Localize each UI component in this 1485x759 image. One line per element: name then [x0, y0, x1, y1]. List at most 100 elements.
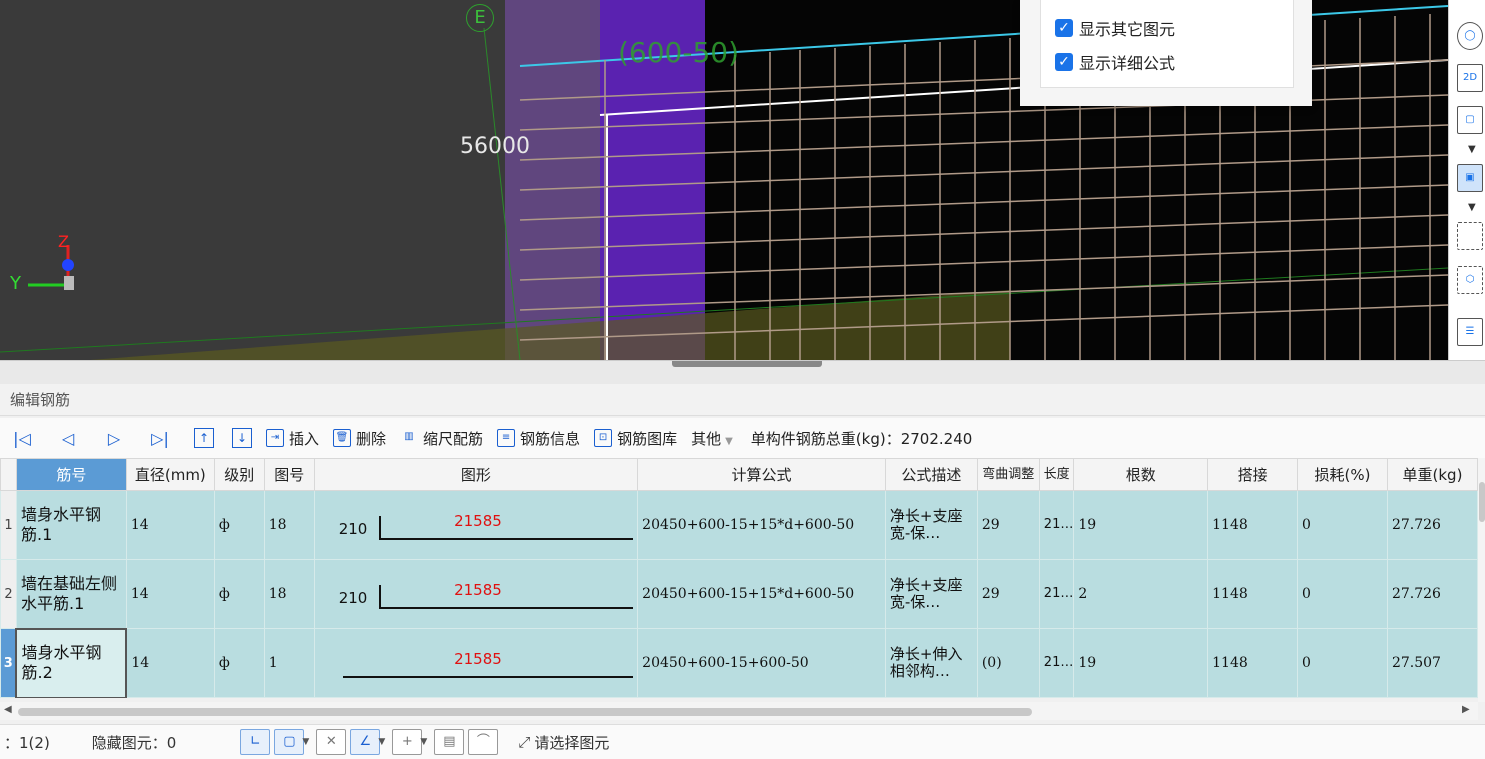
cell-unit-weight[interactable]: 27.726: [1386, 490, 1478, 560]
col-header-count[interactable]: 根数: [1073, 458, 1209, 491]
cell-loss[interactable]: 0: [1297, 490, 1388, 560]
move-up-button[interactable]: ↑: [194, 428, 214, 448]
splitter-handle[interactable]: [672, 361, 822, 367]
cell-bend-adjust[interactable]: 29: [976, 490, 1040, 560]
view-2d-icon[interactable]: 2D: [1457, 64, 1483, 92]
cell-formula[interactable]: 20450+600-15+600-50: [637, 628, 886, 698]
prev-record-button[interactable]: ◁: [58, 429, 78, 448]
cell-count[interactable]: 19: [1073, 628, 1209, 698]
select-rect-icon[interactable]: [1457, 222, 1483, 250]
insert-button[interactable]: ⇥ 插入: [266, 428, 319, 449]
col-header-lap[interactable]: 搭接: [1207, 458, 1299, 491]
cell-fig-no[interactable]: 18: [263, 490, 315, 560]
panel-splitter[interactable]: [0, 360, 1485, 384]
cell-bend-adjust[interactable]: 29: [976, 559, 1040, 629]
scale-rebar-button[interactable]: ▥ 缩尺配筋: [400, 428, 483, 449]
cell-shape[interactable]: 21585: [313, 628, 639, 698]
row-number[interactable]: 2: [0, 559, 17, 629]
cell-formula-desc[interactable]: 净长+支座宽-保…: [884, 559, 978, 629]
col-header-diameter[interactable]: 直径(mm): [125, 458, 215, 491]
horizontal-scroll-thumb[interactable]: [18, 708, 1032, 716]
cross-snap-icon[interactable]: ✕: [316, 729, 347, 755]
cell-unit-weight[interactable]: 27.507: [1386, 628, 1478, 698]
cell-length[interactable]: 21…: [1038, 559, 1075, 629]
chevron-down-icon[interactable]: ▼: [378, 737, 388, 747]
orbit-icon[interactable]: ◯: [1457, 22, 1483, 50]
table-row[interactable]: 2 墙在基础左侧水平筋.1 14 ф 18 210 21585 20450+60…: [0, 559, 1478, 629]
cell-diameter[interactable]: 14: [125, 628, 215, 698]
option-show-detail-formula[interactable]: ✓ 显示详细公式: [1055, 50, 1175, 74]
vertical-scroll-thumb[interactable]: [1479, 482, 1485, 522]
cell-formula-desc[interactable]: 净长+伸入相邻构…: [884, 628, 978, 698]
option-show-other-elements[interactable]: ✓ 显示其它图元: [1055, 16, 1175, 40]
list-settings-icon[interactable]: ☰: [1457, 318, 1483, 346]
col-header-bar-no[interactable]: 筋号: [15, 458, 127, 491]
cell-formula[interactable]: 20450+600-15+15*d+600-50: [637, 490, 886, 560]
cell-bar-name-active[interactable]: 墙身水平钢筋.2: [15, 627, 128, 698]
table-row[interactable]: 1 墙身水平钢筋.1 14 ф 18 210 21585 20450+600-1…: [0, 490, 1478, 560]
checkbox-checked-icon[interactable]: ✓: [1055, 19, 1073, 37]
cell-lap[interactable]: 1148: [1207, 559, 1299, 629]
table-row-selected[interactable]: 3 墙身水平钢筋.2 14 ф 1 21585 20450+600-15+600…: [0, 627, 1478, 698]
delete-button[interactable]: 🗑 删除: [333, 428, 386, 449]
vertical-scrollbar[interactable]: [1478, 458, 1485, 702]
col-header-formula[interactable]: 计算公式: [637, 458, 886, 491]
cell-bar-name[interactable]: 墙在基础左侧水平筋.1: [15, 559, 127, 629]
cell-formula-desc[interactable]: 净长+支座宽-保…: [884, 490, 978, 560]
cell-lap[interactable]: 1148: [1207, 490, 1299, 560]
cell-length[interactable]: 21…: [1038, 490, 1075, 560]
scroll-right-icon[interactable]: ▶: [1462, 704, 1470, 715]
horizontal-scrollbar[interactable]: ◀ ▶: [0, 702, 1478, 720]
cell-bend-adjust[interactable]: (0): [976, 628, 1040, 698]
view-3d-box-icon[interactable]: ▢: [1457, 106, 1483, 134]
cell-lap[interactable]: 1148: [1207, 628, 1299, 698]
display-settings-icon[interactable]: ▤: [434, 729, 465, 755]
cell-loss[interactable]: 0: [1297, 559, 1388, 629]
angle-snap-icon[interactable]: ∠: [350, 729, 381, 755]
col-header-length[interactable]: 长度: [1038, 458, 1075, 491]
col-header-grade[interactable]: 级别: [213, 458, 265, 491]
chevron-down-icon[interactable]: ▼: [420, 737, 430, 747]
cell-grade[interactable]: ф: [213, 559, 265, 629]
cell-formula[interactable]: 20450+600-15+15*d+600-50: [637, 559, 886, 629]
orthogonal-snap-icon[interactable]: ∟: [240, 729, 271, 755]
offset-input-icon[interactable]: +: [392, 729, 423, 755]
col-header-fig-no[interactable]: 图号: [263, 458, 315, 491]
cell-count[interactable]: 2: [1073, 559, 1209, 629]
rebar-info-button[interactable]: ≡ 钢筋信息: [497, 428, 580, 449]
col-header-shape[interactable]: 图形: [313, 458, 639, 491]
cell-diameter[interactable]: 14: [125, 559, 215, 629]
cell-fig-no[interactable]: 18: [263, 559, 315, 629]
first-record-button[interactable]: |◁: [12, 429, 32, 448]
col-header-formula-desc[interactable]: 公式描述: [884, 458, 978, 491]
cell-fig-no[interactable]: 1: [263, 628, 315, 698]
scroll-left-icon[interactable]: ◀: [4, 704, 12, 715]
rebar-library-button[interactable]: ⊡ 钢筋图库: [594, 428, 677, 449]
cell-bar-name[interactable]: 墙身水平钢筋.1: [15, 490, 127, 560]
arc-tool-icon[interactable]: ⌒: [468, 729, 499, 755]
object-snap-icon[interactable]: ▢: [274, 729, 305, 755]
cell-unit-weight[interactable]: 27.726: [1386, 559, 1478, 629]
solid-box-icon[interactable]: ▣: [1457, 164, 1483, 192]
cell-grade[interactable]: ф: [213, 628, 265, 698]
checkbox-checked-icon[interactable]: ✓: [1055, 53, 1073, 71]
cell-length[interactable]: 21…: [1038, 628, 1075, 698]
cell-grade[interactable]: ф: [213, 490, 265, 560]
cell-shape[interactable]: 210 21585: [313, 490, 639, 560]
cell-count[interactable]: 19: [1073, 490, 1209, 560]
chevron-down-icon[interactable]: ▼: [302, 737, 312, 747]
last-record-button[interactable]: ▷|: [150, 429, 170, 448]
chevron-down-icon[interactable]: ▼: [1468, 144, 1476, 155]
other-dropdown[interactable]: 其他 ▼: [691, 428, 733, 449]
col-header-loss[interactable]: 损耗(%): [1297, 458, 1388, 491]
col-header-unit-weight[interactable]: 单重(kg): [1386, 458, 1478, 491]
chevron-down-icon[interactable]: ▼: [1468, 202, 1476, 213]
element-visibility-icon[interactable]: ⬡: [1457, 266, 1483, 294]
row-number[interactable]: 3: [0, 628, 17, 698]
cell-diameter[interactable]: 14: [125, 490, 215, 560]
cell-loss[interactable]: 0: [1297, 628, 1388, 698]
move-down-button[interactable]: ↓: [232, 428, 252, 448]
col-header-bend-adjust[interactable]: 弯曲调整: [976, 458, 1040, 491]
row-number[interactable]: 1: [0, 490, 17, 560]
next-record-button[interactable]: ▷: [104, 429, 124, 448]
